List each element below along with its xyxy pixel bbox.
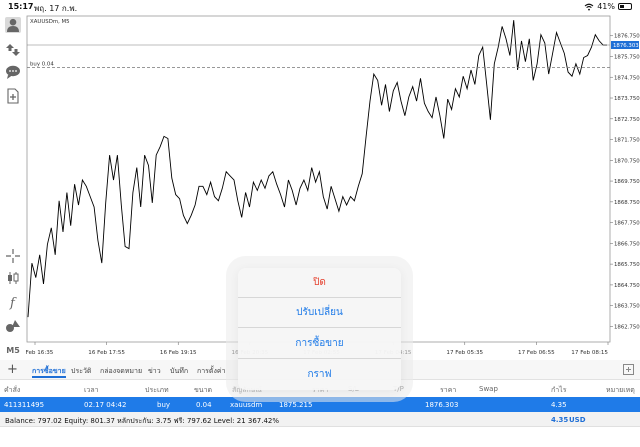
- position-symbol: xauusdm: [230, 401, 263, 409]
- chat-icon: [6, 65, 20, 79]
- price-label: 1869.750: [614, 179, 640, 185]
- position-type: buy: [157, 401, 171, 409]
- position-size: 0.04: [196, 401, 212, 409]
- col-time: เวลา: [84, 386, 99, 394]
- menu-modify-position[interactable]: ปรับเปลี่ยน: [238, 298, 401, 328]
- price-label: 1866.750: [614, 241, 640, 247]
- tab-settings[interactable]: การตั้งค่า: [197, 366, 226, 377]
- col-current-price: ราคา: [440, 386, 457, 394]
- price-label: 1876.750: [614, 34, 640, 40]
- position-label: buy 0.04: [30, 62, 54, 68]
- candlestick-icon: [8, 272, 19, 284]
- left-toolbar: f M5: [0, 14, 26, 360]
- trade-button[interactable]: [5, 42, 21, 58]
- position-open-price: 1875.215: [279, 401, 313, 409]
- price-label: 1865.750: [614, 262, 640, 268]
- price-label: 1872.750: [614, 117, 640, 123]
- battery-percent: 41%: [597, 2, 615, 11]
- battery-fill: [620, 5, 624, 8]
- time-label: 17 Feb 08:15: [571, 350, 608, 356]
- total-profit: 4.35: [551, 416, 569, 424]
- price-label: 1875.750: [614, 54, 640, 60]
- position-row[interactable]: 411311495 02.17 04:42 buy 0.04 xauusdm 1…: [0, 397, 640, 412]
- tab-history[interactable]: ประวัติ: [71, 366, 91, 377]
- balance-summary: Balance: 797.02 Equity: 801.37 หลักประกั…: [5, 417, 280, 425]
- crosshair-button[interactable]: [5, 248, 21, 264]
- account-currency: USD: [569, 416, 586, 424]
- symbol-label: XAUUSDm, M5: [30, 19, 70, 25]
- col-comment: หมายเหตุ: [606, 386, 635, 394]
- objects-button[interactable]: [5, 318, 21, 334]
- time-label: 17 Feb 06:55: [518, 350, 555, 356]
- col-type: ประเภท: [145, 386, 169, 394]
- indicators-button[interactable]: f: [5, 294, 21, 311]
- tab-mailbox[interactable]: กล่องจดหมาย: [100, 366, 142, 377]
- new-order-button[interactable]: [5, 88, 21, 104]
- user-icon: [7, 18, 19, 32]
- bid-price-value: 1876.303: [613, 43, 639, 49]
- position-profit: 4.35: [551, 401, 567, 409]
- status-time: 15:17: [8, 2, 34, 11]
- col-size: ขนาด: [194, 386, 213, 394]
- position-current-price: 1876.303: [425, 401, 459, 409]
- chat-button[interactable]: [5, 64, 21, 80]
- menu-trade[interactable]: การซื้อขาย: [238, 329, 401, 359]
- crosshair-icon: [6, 249, 20, 263]
- col-swap: Swap: [479, 385, 498, 393]
- price-label: 1862.750: [614, 324, 640, 330]
- price-label: 1868.750: [614, 200, 640, 206]
- time-label: 16 Feb 16:35: [26, 350, 54, 356]
- menu-close-position[interactable]: ปิด: [238, 268, 401, 298]
- price-label: 1863.750: [614, 304, 640, 310]
- price-label: 1871.750: [614, 138, 640, 144]
- time-label: 16 Feb 17:55: [88, 350, 125, 356]
- position-order: 411311495: [4, 401, 45, 409]
- account-button[interactable]: [5, 17, 21, 33]
- function-icon: f: [9, 296, 17, 311]
- price-label: 1873.750: [614, 96, 640, 102]
- chart-type-button[interactable]: [5, 270, 21, 286]
- menu-chart[interactable]: กราฟ: [238, 360, 401, 390]
- balance-bar: Balance: 797.02 Equity: 801.37 หลักประกั…: [0, 412, 640, 427]
- add-icon[interactable]: +: [7, 362, 18, 377]
- tab-news[interactable]: ข่าว: [148, 366, 161, 377]
- wifi-icon: [584, 3, 594, 10]
- tab-journal[interactable]: บันทึก: [170, 366, 188, 377]
- trading-app: 15:17 พฤ. 17 ก.พ. 41% f M5 1876.750 1875…: [0, 0, 640, 447]
- price-label: 1874.750: [614, 75, 640, 81]
- timeframe-button[interactable]: M5: [5, 343, 21, 359]
- status-right: 41%: [584, 2, 632, 11]
- tab-trade[interactable]: การซื้อขาย: [32, 366, 66, 378]
- position-time: 02.17 04:42: [84, 401, 127, 409]
- price-label: 1867.750: [614, 221, 640, 227]
- arrows-icon: [6, 44, 20, 56]
- document-plus-icon: [7, 88, 19, 104]
- time-label: 17 Feb 05:35: [446, 350, 483, 356]
- col-order: คำสั่ง: [4, 386, 21, 394]
- svg-text:f: f: [9, 296, 17, 310]
- price-label: 1864.750: [614, 283, 640, 289]
- time-label: 16 Feb 19:15: [160, 350, 197, 356]
- shapes-icon: [6, 320, 20, 332]
- battery-icon: [618, 3, 632, 10]
- position-context-menu: ปิด ปรับเปลี่ยน การซื้อขาย กราฟ: [238, 268, 401, 390]
- expand-panel-icon[interactable]: [623, 364, 634, 375]
- status-bar: 15:17 พฤ. 17 ก.พ. 41%: [0, 0, 640, 14]
- col-profit: กำไร: [551, 386, 567, 394]
- price-label: 1870.750: [614, 158, 640, 164]
